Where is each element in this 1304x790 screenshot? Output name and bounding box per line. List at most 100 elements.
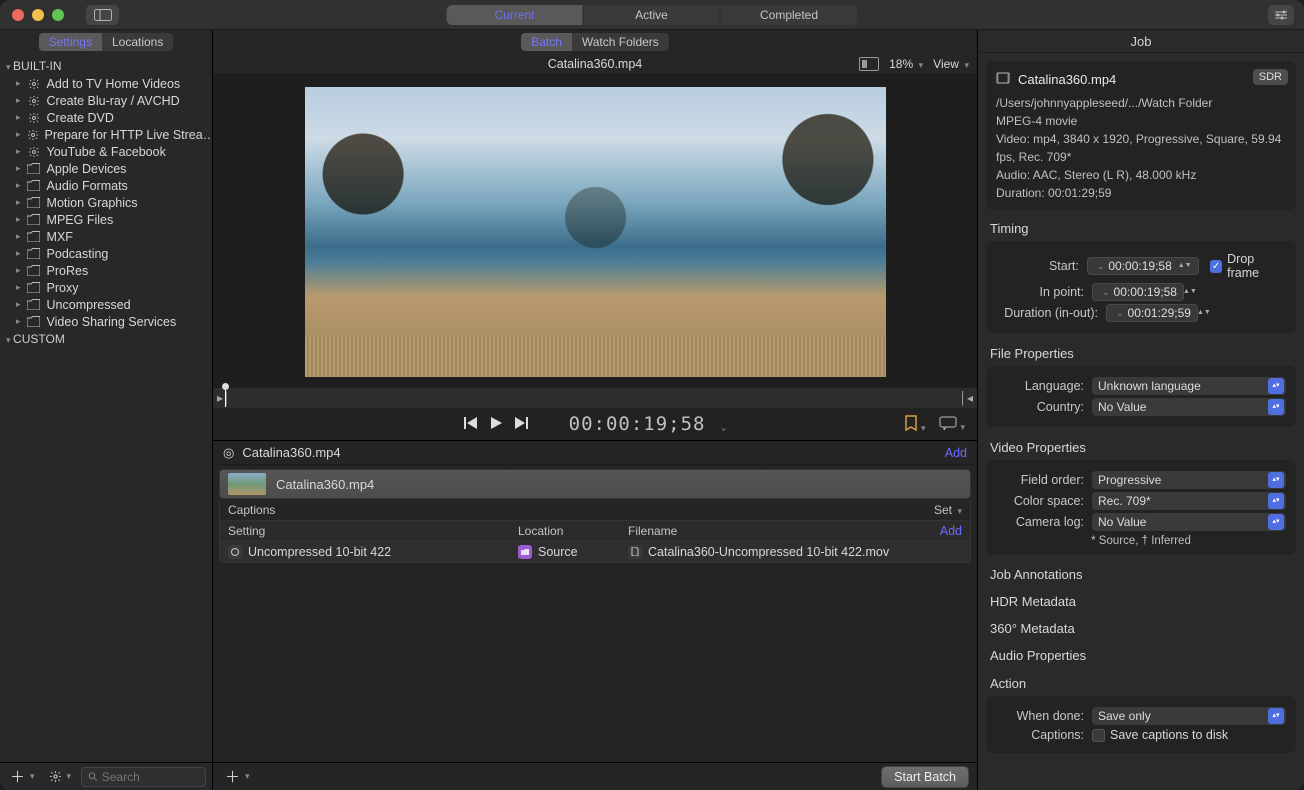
disclosure-icon: ▸ [16, 197, 21, 208]
tab-active[interactable]: Active [584, 5, 721, 25]
duration-field[interactable]: ⌄00:01:29;59▲▼ [1106, 304, 1198, 322]
fieldorder-popup[interactable]: Progressive▴▾ [1092, 471, 1286, 489]
compare-icon[interactable] [859, 57, 879, 71]
tab-batch[interactable]: Batch [521, 33, 572, 51]
col-add[interactable]: Add [932, 521, 970, 540]
timeline[interactable]: ▸│ │◂ [213, 388, 977, 408]
folder-icon [27, 247, 41, 261]
zoom-level[interactable]: 18% ▾ [889, 57, 923, 71]
close-window[interactable] [12, 9, 24, 21]
next-button[interactable] [513, 416, 529, 433]
disclosure-icon: ▸ [16, 129, 21, 140]
prev-button[interactable] [463, 416, 479, 433]
search-input[interactable] [102, 770, 199, 784]
gear-icon [27, 77, 41, 91]
section-audio-properties[interactable]: Audio Properties [978, 642, 1304, 669]
tree-item-label: Create DVD [47, 111, 114, 125]
clip-row[interactable]: Catalina360.mp4 [219, 469, 971, 499]
tree-item[interactable]: ▸Video Sharing Services [0, 313, 212, 330]
disclosure-icon: ▸ [16, 78, 21, 89]
start-batch-button[interactable]: Start Batch [881, 766, 969, 788]
settings-tree[interactable]: BUILT-IN ▸ Add to TV Home Videos▸Create Bl… [0, 53, 212, 762]
cameralog-popup[interactable]: No Value▴▾ [1092, 513, 1286, 531]
output-row[interactable]: Uncompressed 10-bit 422 Source Catalina3… [219, 541, 971, 563]
tree-item[interactable]: ▸YouTube & Facebook [0, 143, 212, 160]
play-button[interactable] [489, 416, 503, 433]
fileprops-panel: Language: Unknown language▴▾ Country: No… [986, 366, 1296, 427]
captions-set[interactable]: Set ▾ [934, 503, 962, 517]
save-captions-label: Save captions to disk [1110, 728, 1228, 742]
output-filename: Catalina360-Uncompressed 10-bit 422.mov [648, 545, 889, 559]
tree-group[interactable]: BUILT-IN [0, 57, 212, 75]
whendone-popup[interactable]: Save only▴▾ [1092, 707, 1286, 725]
tree-item-label: Uncompressed [47, 298, 131, 312]
tab-watch-folders[interactable]: Watch Folders [572, 33, 669, 51]
language-label: Language: [996, 379, 1092, 393]
tree-item[interactable]: ▸Audio Formats [0, 177, 212, 194]
captions-label: Captions [228, 503, 275, 517]
save-captions-checkbox[interactable] [1092, 729, 1105, 742]
tree-item[interactable]: ▸MXF [0, 228, 212, 245]
preview-viewer[interactable] [213, 75, 977, 388]
caption-icon[interactable]: ▾ [939, 416, 965, 433]
playhead[interactable] [225, 387, 226, 407]
tree-group[interactable]: CUSTOM [0, 330, 212, 348]
batch-add-link[interactable]: Add [945, 446, 967, 460]
sidebar-tabs: SettingsLocations [0, 30, 212, 53]
tab-locations[interactable]: Locations [102, 33, 173, 51]
section-action[interactable]: Action [978, 669, 1304, 696]
tree-item[interactable]: ▸Podcasting [0, 245, 212, 262]
drop-frame-checkbox[interactable]: ✓ [1210, 260, 1222, 273]
action-menu-button[interactable]: ▾ [45, 770, 76, 783]
disclosure-icon: ▸ [16, 214, 21, 225]
tab-current[interactable]: Current [447, 5, 584, 25]
tree-item[interactable]: ▸Apple Devices [0, 160, 212, 177]
tree-item[interactable]: ▸Motion Graphics [0, 194, 212, 211]
marker-icon[interactable]: ▾ [904, 415, 926, 434]
tree-item[interactable]: ▸ Create DVD [0, 109, 212, 126]
center-tabs: BatchWatch Folders [213, 30, 977, 53]
output-columns-header: Setting Location Filename Add [219, 521, 971, 541]
section-job-annotations[interactable]: Job Annotations [978, 561, 1304, 588]
tab-settings[interactable]: Settings [39, 33, 102, 51]
tree-item[interactable]: ▸ MPEG Files [0, 211, 212, 228]
tree-item[interactable]: ▸Uncompressed [0, 296, 212, 313]
tree-item-label: Add to TV Home Videos [47, 77, 181, 91]
tree-item[interactable]: ▸Create Blu-ray / AVCHD [0, 92, 212, 109]
minimize-window[interactable] [32, 9, 44, 21]
language-popup[interactable]: Unknown language▴▾ [1092, 377, 1286, 395]
whendone-label: When done: [996, 709, 1092, 723]
tree-item-label: MPEG Files [47, 213, 114, 227]
section-360-metadata[interactable]: 360° Metadata [978, 615, 1304, 642]
tree-item[interactable]: ▸Proxy [0, 279, 212, 296]
center-pane: BatchWatch Folders Catalina360.mp4 18% ▾… [213, 30, 978, 790]
disclosure-icon: ▸ [16, 112, 21, 123]
country-popup[interactable]: No Value▴▾ [1092, 398, 1286, 416]
in-marker-icon[interactable]: ▸│ [217, 391, 231, 405]
batch-add-button[interactable]: ＋▾ [221, 766, 254, 787]
videoprops-note: * Source, † Inferred [996, 535, 1286, 547]
job-audio: Audio: AAC, Stereo (L R), 48.000 kHz [996, 166, 1286, 184]
tab-completed[interactable]: Completed [721, 5, 858, 25]
tree-item[interactable]: ▸Prepare for HTTP Live Strea… [0, 126, 212, 143]
section-hdr-metadata[interactable]: HDR Metadata [978, 588, 1304, 615]
tree-item[interactable]: ▸ProRes [0, 262, 212, 279]
toggle-sidebar-button[interactable] [86, 5, 119, 25]
view-menu[interactable]: View ▾ [933, 57, 969, 71]
tree-item[interactable]: ▸ Add to TV Home Videos [0, 75, 212, 92]
titlebar: Current Active Completed [0, 0, 1304, 30]
output-setting: Uncompressed 10-bit 422 [248, 545, 391, 559]
start-label: Start: [996, 259, 1087, 273]
inpoint-field[interactable]: ⌄00:00:19;58▲▼ [1092, 283, 1184, 301]
zoom-window[interactable] [52, 9, 64, 21]
colorspace-popup[interactable]: Rec. 709*▴▾ [1092, 492, 1286, 510]
section-fileprops[interactable]: File Properties [978, 339, 1304, 366]
section-timing[interactable]: Timing [978, 214, 1304, 241]
add-button[interactable]: ＋▾ [6, 766, 39, 787]
start-field[interactable]: ⌄00:00:19;58▲▼ [1087, 257, 1199, 275]
inspector-toggle-button[interactable] [1268, 5, 1294, 25]
timecode-display[interactable]: 00:00:19;58 ⌄ [569, 413, 728, 435]
out-marker-icon[interactable]: │◂ [959, 391, 973, 405]
search-field[interactable] [81, 767, 206, 787]
section-videoprops[interactable]: Video Properties [978, 433, 1304, 460]
